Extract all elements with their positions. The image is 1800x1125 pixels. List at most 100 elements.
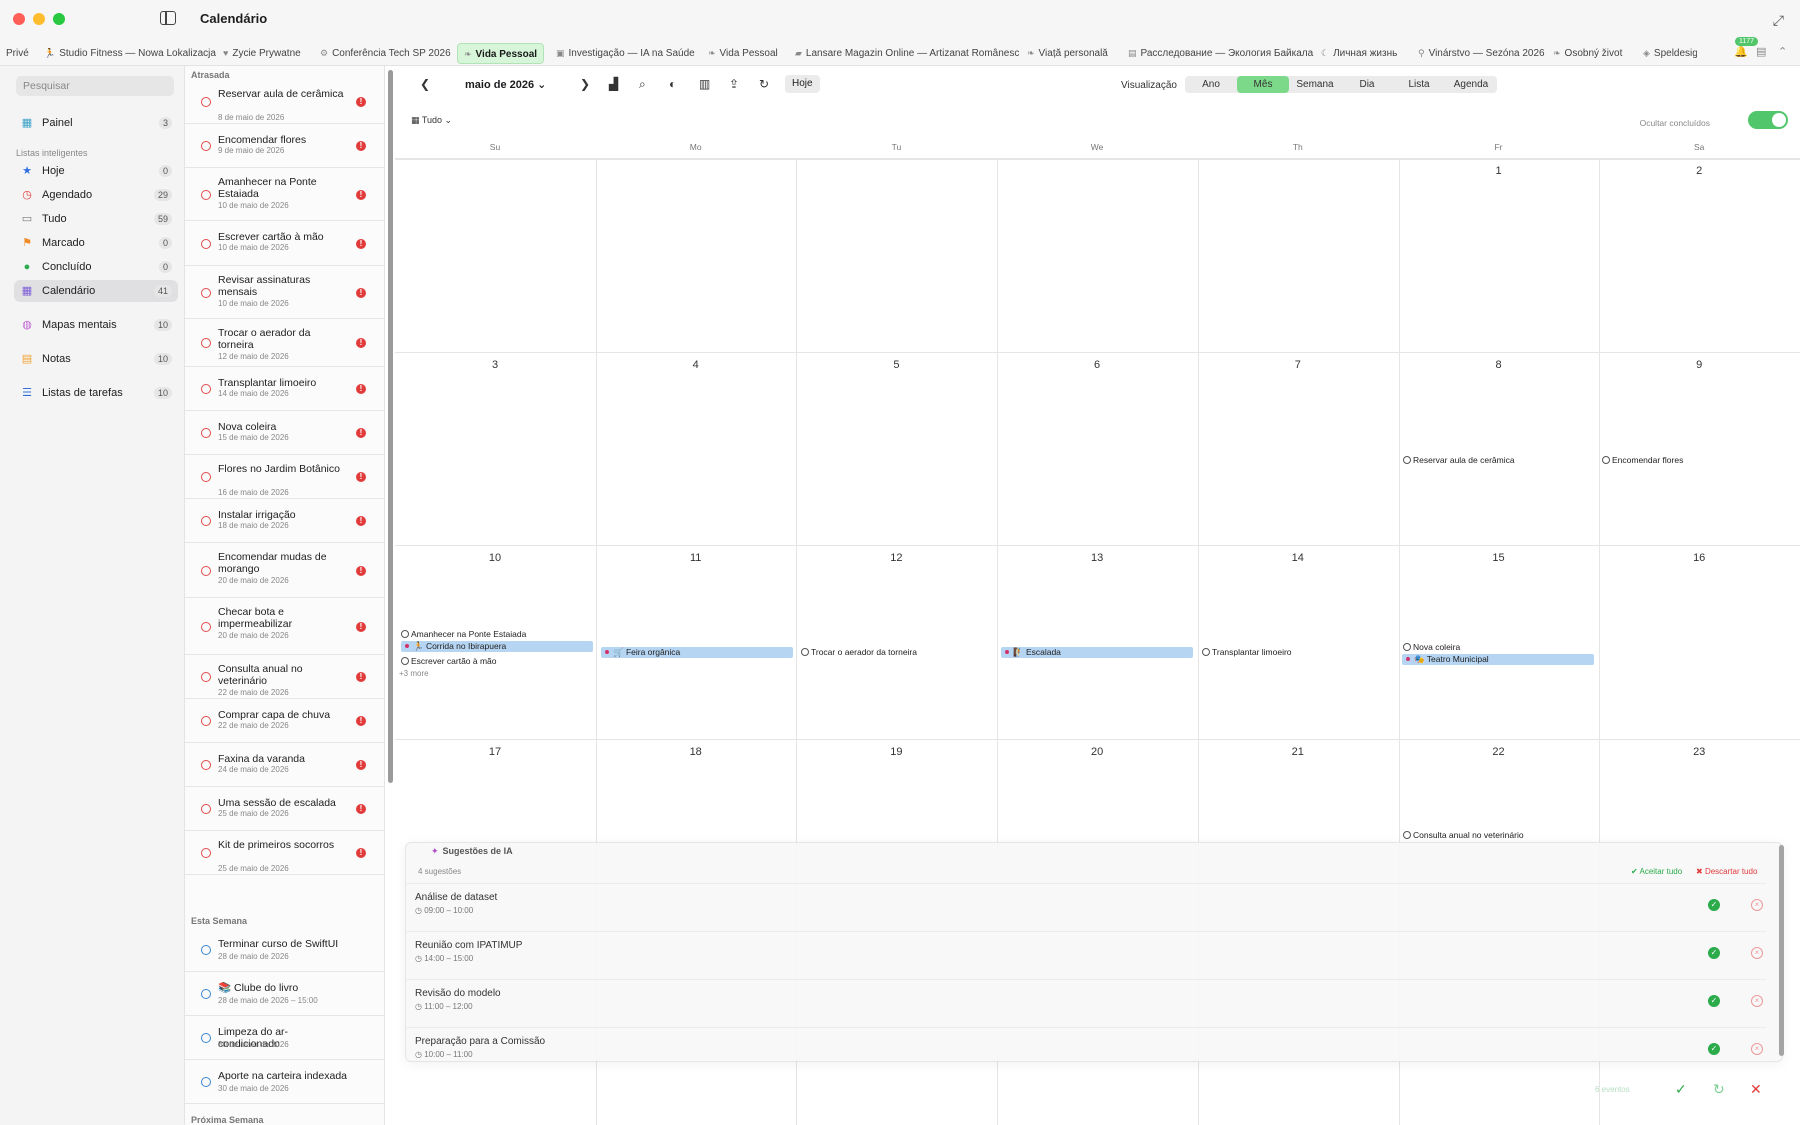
next-month-button[interactable]: ❯ bbox=[580, 77, 590, 91]
event-escrever-cartao[interactable]: Escrever cartão à mão bbox=[401, 656, 497, 667]
view-mes[interactable]: Mês bbox=[1237, 76, 1289, 93]
task-item[interactable]: Comprar capa de chuva 22 de maio de 2026! bbox=[185, 699, 384, 743]
search-input[interactable]: Pesquisar bbox=[16, 76, 174, 96]
event-trocar-aerador[interactable]: Trocar o aerador da torneira bbox=[801, 647, 917, 658]
task-item[interactable]: Consulta anual no veterinário 22 de maio … bbox=[185, 655, 384, 699]
sidebar-toggle-icon[interactable] bbox=[160, 11, 176, 25]
event-escalada[interactable]: 🧗 Escalada bbox=[1001, 647, 1193, 658]
today-button[interactable]: Hoje bbox=[785, 75, 820, 93]
sidebar-item-notas[interactable]: ▤ Notas 10 bbox=[14, 348, 178, 370]
sidebar-item-calendario[interactable]: ▦ Calendário 41 bbox=[14, 280, 178, 302]
event-feira-organica[interactable]: 🛒 Feira orgânica bbox=[601, 647, 793, 658]
event-encomendar-flores[interactable]: Encomendar flores bbox=[1602, 455, 1683, 466]
task-item[interactable]: Checar bota e impermeabilizar 20 de maio … bbox=[185, 598, 384, 655]
task-item[interactable]: 📚 Clube do livro 28 de maio de 2026 – 15:… bbox=[185, 972, 384, 1016]
day-number[interactable]: 19 bbox=[796, 746, 996, 758]
task-checkbox[interactable] bbox=[201, 1033, 211, 1043]
minimize-window-button[interactable] bbox=[33, 13, 45, 25]
view-dia[interactable]: Dia bbox=[1341, 76, 1393, 93]
accept-suggestion-button[interactable]: ✓ bbox=[1708, 1043, 1720, 1055]
task-item[interactable]: Revisar assinaturas mensais 10 de maio de… bbox=[185, 266, 384, 319]
task-item[interactable]: Uma sessão de escalada 25 de maio de 2026… bbox=[185, 787, 384, 831]
previous-month-button[interactable]: ❮ bbox=[420, 77, 430, 91]
event-transplantar[interactable]: Transplantar limoeiro bbox=[1202, 647, 1292, 658]
tab-lichnaya-zhizn[interactable]: ☾ Личная жизнь bbox=[1315, 43, 1403, 64]
sidebar-item-hoje[interactable]: ★ Hoje 0 bbox=[14, 160, 178, 182]
task-checkbox[interactable] bbox=[201, 945, 211, 955]
reject-suggestion-button[interactable]: × bbox=[1751, 995, 1763, 1007]
day-number[interactable]: 8 bbox=[1399, 359, 1599, 371]
task-item[interactable]: Escrever cartão à mão 10 de maio de 2026! bbox=[185, 221, 384, 266]
task-list-scrollbar[interactable] bbox=[388, 70, 393, 783]
day-number[interactable]: 23 bbox=[1599, 746, 1799, 758]
task-item[interactable]: Kit de primeiros socorros 25 de maio de 2… bbox=[185, 831, 384, 875]
ai-suggestion-row[interactable]: Preparação para a Comissão ◷ 10:00 – 11:… bbox=[406, 1027, 1766, 1063]
sync-icon[interactable]: ↻ bbox=[759, 77, 769, 91]
task-checkbox[interactable] bbox=[201, 989, 211, 999]
task-checkbox[interactable] bbox=[201, 190, 211, 200]
task-checkbox[interactable] bbox=[201, 516, 211, 526]
accept-all-button[interactable]: ✔ Aceitar tudo bbox=[1631, 867, 1682, 876]
event-consulta-veterinario[interactable]: Consulta anual no veterinário bbox=[1403, 830, 1524, 841]
view-lista[interactable]: Lista bbox=[1393, 76, 1445, 93]
event-corrida[interactable]: 🏃 Corrida no Ibirapuera bbox=[401, 641, 593, 652]
day-number[interactable]: 12 bbox=[796, 552, 996, 564]
task-item[interactable]: Reservar aula de cerâmica 8 de maio de 20… bbox=[185, 80, 384, 124]
task-item[interactable]: Aporte na carteira indexada 30 de maio de… bbox=[185, 1060, 384, 1104]
view-ano[interactable]: Ano bbox=[1185, 76, 1237, 93]
reject-suggestion-button[interactable]: × bbox=[1751, 899, 1763, 911]
day-number[interactable]: 17 bbox=[395, 746, 595, 758]
book-icon[interactable]: ▥ bbox=[699, 77, 710, 91]
day-number[interactable]: 15 bbox=[1399, 552, 1599, 564]
event-nova-coleira[interactable]: Nova coleira bbox=[1403, 642, 1460, 653]
task-item[interactable]: Transplantar limoeiro 14 de maio de 2026! bbox=[185, 367, 384, 411]
task-checkbox[interactable] bbox=[201, 338, 211, 348]
task-checkbox[interactable] bbox=[201, 716, 211, 726]
task-checkbox[interactable] bbox=[201, 1077, 211, 1087]
day-number[interactable]: 22 bbox=[1399, 746, 1599, 758]
task-checkbox[interactable] bbox=[201, 288, 211, 298]
more-events-link[interactable]: +3 more bbox=[399, 669, 429, 678]
filter-dropdown[interactable]: ▦ Tudo ⌄ bbox=[411, 115, 452, 126]
tab-zycie-prywatne[interactable]: ♥ Zycie Prywatne bbox=[217, 43, 307, 64]
task-item[interactable]: Amanhecer na Ponte Estaiada 10 de maio de… bbox=[185, 168, 384, 221]
sidebar-item-marcado[interactable]: ⚑ Marcado 0 bbox=[14, 232, 178, 254]
tab-investigacao[interactable]: ▣ Investigação — IA na Saúde bbox=[550, 43, 701, 64]
view-semana[interactable]: Semana bbox=[1289, 76, 1341, 93]
day-number[interactable]: 14 bbox=[1198, 552, 1398, 564]
day-number[interactable]: 16 bbox=[1599, 552, 1799, 564]
day-number[interactable]: 2 bbox=[1599, 165, 1799, 177]
tab-speldesign[interactable]: ◈Speldesign — A bbox=[1637, 43, 1697, 64]
hide-completed-toggle[interactable] bbox=[1748, 111, 1788, 129]
day-number[interactable]: 9 bbox=[1599, 359, 1799, 371]
task-item[interactable]: Instalar irrigação 18 de maio de 2026! bbox=[185, 499, 384, 543]
palette-icon[interactable]: ◐ bbox=[669, 77, 676, 91]
day-number[interactable]: 13 bbox=[997, 552, 1197, 564]
sidebar-item-mapas-mentais[interactable]: ◍ Mapas mentais 10 bbox=[14, 314, 178, 336]
sidebar-item-concluido[interactable]: ● Concluído 0 bbox=[14, 256, 178, 278]
event-reservar-aula[interactable]: Reservar aula de cerâmica bbox=[1403, 455, 1515, 466]
reject-suggestion-button[interactable]: × bbox=[1751, 947, 1763, 959]
tab-prive[interactable]: Privé bbox=[0, 43, 35, 64]
task-checkbox[interactable] bbox=[201, 97, 211, 107]
event-amanhecer[interactable]: Amanhecer na Ponte Estaiada bbox=[401, 629, 526, 640]
day-number[interactable]: 20 bbox=[997, 746, 1197, 758]
ai-panel-scrollbar[interactable] bbox=[1779, 845, 1784, 1056]
day-number[interactable]: 5 bbox=[796, 359, 996, 371]
confirm-icon[interactable]: ✓ bbox=[1675, 1081, 1687, 1098]
task-checkbox[interactable] bbox=[201, 141, 211, 151]
sidebar-item-tudo[interactable]: ▭ Tudo 59 bbox=[14, 208, 178, 230]
task-item[interactable]: Flores no Jardim Botânico 16 de maio de 2… bbox=[185, 455, 384, 499]
event-teatro[interactable]: 🎭 Teatro Municipal bbox=[1402, 654, 1594, 665]
accept-suggestion-button[interactable]: ✓ bbox=[1708, 947, 1720, 959]
month-title[interactable]: maio de 2026 ⌄ bbox=[465, 78, 546, 91]
tab-vinarstvo[interactable]: ⚲ Vinárstvo — Sezóna 2026 bbox=[1412, 43, 1551, 64]
tab-viata-personala[interactable]: ❧ Viață personală bbox=[1021, 43, 1114, 64]
task-checkbox[interactable] bbox=[201, 622, 211, 632]
reject-suggestion-button[interactable]: × bbox=[1751, 1043, 1763, 1055]
tab-rassledovanie[interactable]: ▤ Расследование — Экология Байкала bbox=[1122, 43, 1319, 64]
day-number[interactable]: 3 bbox=[395, 359, 595, 371]
chart-icon[interactable]: ▟ bbox=[609, 77, 618, 91]
task-item[interactable]: Encomendar flores 9 de maio de 2026! bbox=[185, 124, 384, 168]
task-checkbox[interactable] bbox=[201, 566, 211, 576]
